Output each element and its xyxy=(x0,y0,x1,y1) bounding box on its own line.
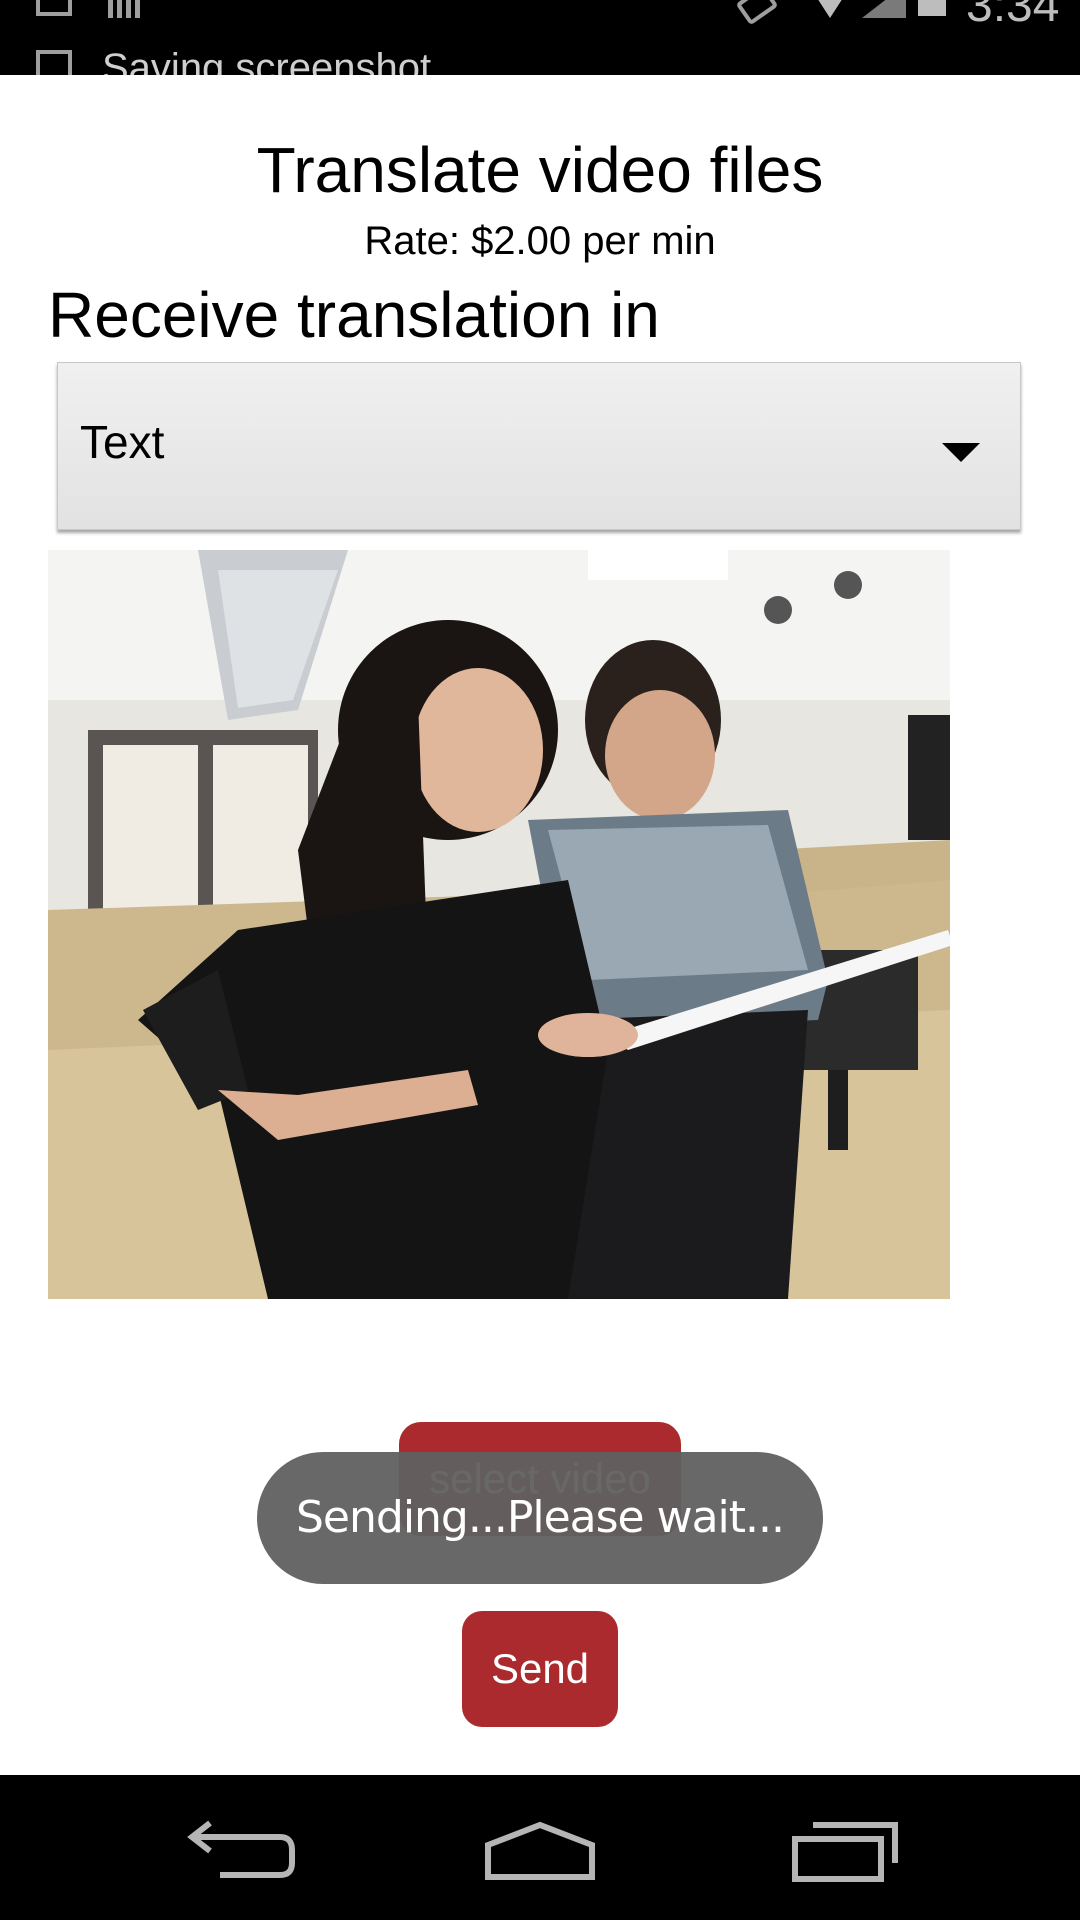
video-thumbnail-image xyxy=(48,550,950,1299)
receive-translation-label: Receive translation in xyxy=(48,279,660,351)
video-preview xyxy=(48,550,950,1299)
dropdown-selected-value: Text xyxy=(80,416,165,468)
navigation-bar xyxy=(0,1775,1080,1920)
sd-card-icon xyxy=(108,0,144,18)
rotate-icon xyxy=(735,0,779,26)
screenshot-icon xyxy=(36,50,72,75)
rate-text: Rate: $2.00 per min xyxy=(364,219,716,263)
status-bar: Saving screenshot 3:34 xyxy=(0,0,1080,75)
dropdown-arrow-icon xyxy=(942,443,980,462)
notification-text: Saving screenshot xyxy=(102,46,432,75)
send-button[interactable]: Send xyxy=(462,1611,618,1727)
gallery-icon xyxy=(36,0,72,16)
signal-icon xyxy=(862,0,906,18)
back-icon[interactable] xyxy=(180,1815,300,1885)
page-title: Translate video files xyxy=(256,134,824,206)
wifi-icon xyxy=(808,0,852,18)
battery-icon xyxy=(918,0,946,16)
status-time: 3:34 xyxy=(966,0,1060,32)
sending-toast: Sending...Please wait... xyxy=(257,1452,823,1584)
recents-icon[interactable] xyxy=(785,1815,905,1885)
home-icon[interactable] xyxy=(480,1815,600,1885)
translation-format-dropdown[interactable]: Text xyxy=(57,362,1021,530)
